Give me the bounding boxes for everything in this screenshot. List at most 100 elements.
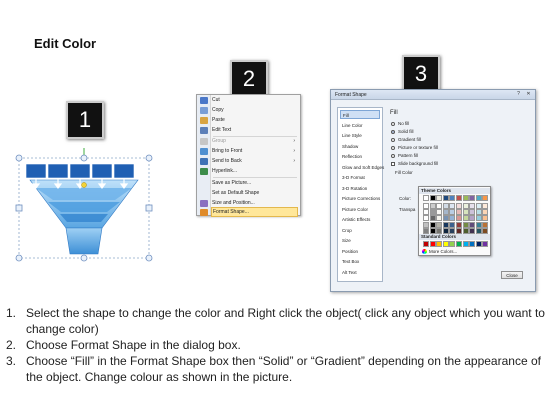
theme-color-swatch[interactable] (462, 221, 469, 228)
theme-color-swatch[interactable] (475, 215, 482, 222)
menu-item-cut[interactable]: Cut (211, 95, 298, 105)
theme-color-swatch[interactable] (442, 221, 449, 228)
theme-color-swatch[interactable] (482, 202, 489, 209)
sidebar-item-position[interactable]: Position (340, 247, 380, 256)
theme-color-swatch[interactable] (482, 228, 489, 234)
standard-color-swatch[interactable] (482, 241, 489, 247)
theme-color-swatch[interactable] (423, 195, 429, 201)
theme-color-swatch[interactable] (482, 215, 489, 222)
theme-color-swatch[interactable] (429, 202, 436, 209)
sidebar-item-shadow[interactable]: Shadow (340, 142, 380, 151)
sidebar-item-line-color[interactable]: Line Color (340, 121, 380, 130)
theme-color-swatch[interactable] (429, 195, 436, 201)
radio-icon[interactable] (391, 145, 395, 150)
theme-color-swatch[interactable] (449, 228, 456, 234)
theme-color-swatch[interactable] (462, 195, 469, 201)
sidebar-item-crop[interactable]: Crop (340, 226, 380, 235)
theme-color-swatch[interactable] (436, 209, 443, 216)
theme-color-swatch[interactable] (462, 215, 469, 222)
theme-color-swatch[interactable] (456, 202, 462, 209)
theme-color-swatch[interactable] (442, 202, 449, 209)
sidebar-item-text-box[interactable]: Text Box (340, 257, 380, 266)
theme-color-swatch[interactable] (469, 215, 476, 222)
theme-color-swatch[interactable] (456, 228, 462, 234)
theme-color-swatch[interactable] (462, 202, 469, 209)
checkbox-icon[interactable] (391, 161, 395, 166)
theme-color-swatch[interactable] (469, 202, 476, 209)
standard-color-swatch[interactable] (436, 241, 443, 247)
theme-color-swatch[interactable] (475, 228, 482, 234)
more-colors-button[interactable]: More Colors... (422, 249, 457, 254)
pattern-fill-option[interactable]: Pattern fill (391, 152, 418, 159)
menu-item-edit-text[interactable]: Edit Text (211, 125, 298, 135)
sidebar-item-picture-corrections[interactable]: Picture Corrections (340, 194, 380, 203)
no-fill-option[interactable]: No fill (391, 120, 409, 127)
standard-color-swatch[interactable] (429, 241, 436, 247)
theme-color-swatch[interactable] (482, 195, 489, 201)
theme-color-swatch[interactable] (449, 195, 456, 201)
theme-color-swatch[interactable] (456, 209, 462, 216)
theme-color-swatch[interactable] (436, 195, 443, 201)
theme-color-swatch[interactable] (436, 221, 443, 228)
theme-color-swatch[interactable] (469, 228, 476, 234)
theme-color-swatch[interactable] (469, 195, 476, 201)
menu-item-send-to-back[interactable]: Send to Back › (211, 156, 298, 166)
standard-color-swatch[interactable] (449, 241, 456, 247)
standard-color-swatch[interactable] (442, 241, 449, 247)
theme-color-swatch[interactable] (436, 202, 443, 209)
theme-color-swatch[interactable] (482, 221, 489, 228)
theme-color-swatch[interactable] (449, 202, 456, 209)
sidebar-item-3d-format[interactable]: 3-D Format (340, 173, 380, 182)
radio-selected-icon[interactable] (391, 129, 395, 134)
sidebar-item-line-style[interactable]: Line Style (340, 131, 380, 140)
theme-color-swatch[interactable] (475, 221, 482, 228)
theme-color-swatch[interactable] (423, 209, 429, 216)
theme-color-swatch[interactable] (436, 228, 443, 234)
gradient-fill-option[interactable]: Gradient fill (391, 136, 421, 143)
theme-color-swatch[interactable] (423, 215, 429, 222)
theme-color-swatch[interactable] (482, 209, 489, 216)
theme-color-swatch[interactable] (423, 221, 429, 228)
sidebar-item-artistic-effects[interactable]: Artistic Effects (340, 215, 380, 224)
theme-color-swatch[interactable] (449, 209, 456, 216)
menu-item-bring-to-front[interactable]: Bring to Front › (211, 146, 298, 156)
menu-item-group[interactable]: Group › (211, 136, 298, 146)
theme-color-swatch[interactable] (475, 195, 482, 201)
theme-color-swatch[interactable] (449, 215, 456, 222)
standard-color-swatch[interactable] (456, 241, 462, 247)
slide-background-fill-option[interactable]: Slide background fill (391, 160, 438, 167)
theme-color-swatch[interactable] (442, 215, 449, 222)
close-button[interactable]: Close (501, 271, 523, 279)
sidebar-item-size[interactable]: Size (340, 236, 380, 245)
theme-color-swatch[interactable] (449, 221, 456, 228)
standard-color-swatch[interactable] (475, 241, 482, 247)
theme-color-swatch[interactable] (456, 195, 462, 201)
theme-color-swatch[interactable] (429, 215, 436, 222)
theme-color-swatch[interactable] (475, 209, 482, 216)
menu-item-paste[interactable]: Paste (211, 115, 298, 125)
theme-color-swatch[interactable] (442, 228, 449, 234)
theme-color-swatch[interactable] (456, 221, 462, 228)
menu-item-copy[interactable]: Copy (211, 105, 298, 115)
menu-item-hyperlink[interactable]: Hyperlink... (211, 166, 298, 176)
theme-color-swatch[interactable] (475, 202, 482, 209)
theme-color-swatch[interactable] (423, 202, 429, 209)
menu-item-format-shape[interactable]: Format Shape... (211, 207, 298, 217)
radio-icon[interactable] (391, 137, 395, 142)
sidebar-item-picture-color[interactable]: Picture Color (340, 205, 380, 214)
solid-fill-option[interactable]: Solid fill (391, 128, 414, 135)
theme-color-swatch[interactable] (436, 215, 443, 222)
theme-color-swatch[interactable] (469, 209, 476, 216)
theme-color-swatch[interactable] (469, 221, 476, 228)
theme-color-swatch[interactable] (429, 228, 436, 234)
close-icon[interactable]: ✕ (524, 91, 533, 98)
sidebar-item-3d-rotation[interactable]: 3-D Rotation (340, 184, 380, 193)
radio-icon[interactable] (391, 121, 395, 126)
theme-color-swatch[interactable] (429, 221, 436, 228)
picture-fill-option[interactable]: Picture or texture fill (391, 144, 438, 151)
standard-color-swatch[interactable] (469, 241, 476, 247)
menu-item-set-default-shape[interactable]: Set as Default Shape (211, 188, 298, 198)
theme-color-swatch[interactable] (456, 215, 462, 222)
standard-color-swatch[interactable] (423, 241, 429, 247)
standard-color-swatch[interactable] (462, 241, 469, 247)
